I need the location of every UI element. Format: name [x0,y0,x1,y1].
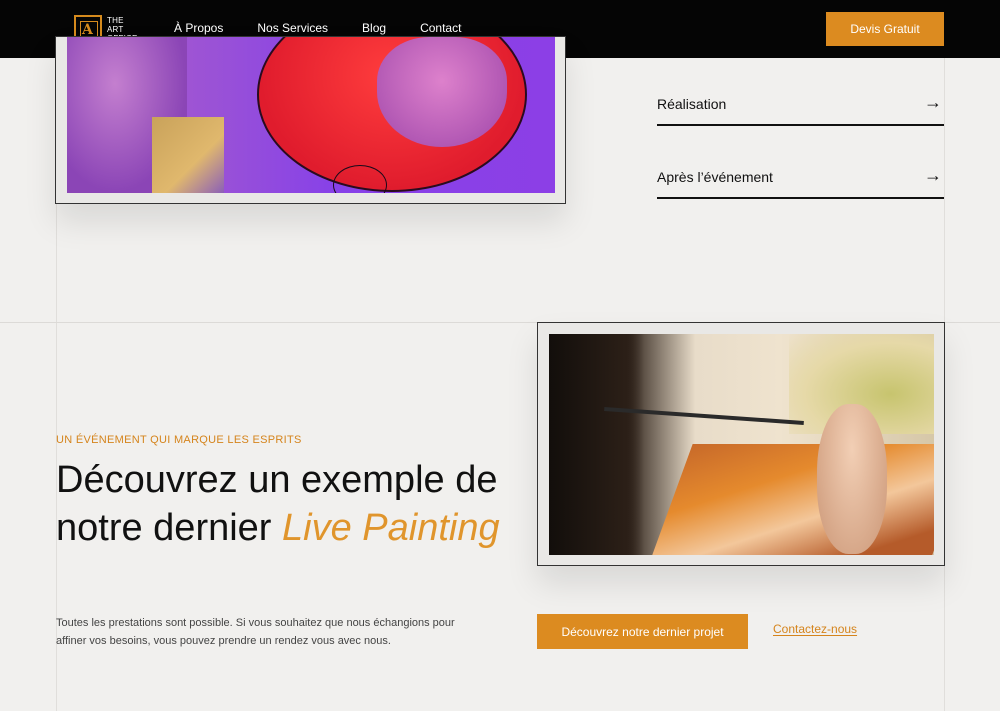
nav-item-nos-services[interactable]: Nos Services [257,21,328,35]
live-painting-image [549,334,934,555]
nav-item-contact[interactable]: Contact [420,21,461,35]
dernier-projet-button[interactable]: Découvrez notre dernier projet [537,614,748,649]
section-body: Toutes les prestations sont possible. Si… [56,617,455,647]
logo-line: ART [107,24,124,34]
logo-line: THE [107,15,124,25]
main-nav: À Propos Nos Services Blog Contact [174,21,495,35]
nav-item-a-propos[interactable]: À Propos [174,21,223,35]
live-painting-image-frame [537,322,945,566]
contactez-nous-link[interactable]: Contactez-nous [773,622,857,636]
section-eyebrow: UN ÉVÉNEMENT QUI MARQUE LES ESPRITS [56,434,302,446]
headline-accent: Live Painting [282,507,500,549]
section-headline: Découvrez un exemple de notre dernier Li… [56,456,516,552]
face-painting-image [67,37,555,193]
devis-gratuit-button[interactable]: Devis Gratuit [826,12,944,46]
arrow-right-icon: → [924,165,942,185]
accordion-label: Après l’événement [657,169,773,185]
arrow-right-icon: → [924,92,942,112]
top-image-frame [55,36,566,204]
accordion-item-apres-evenement[interactable]: Après l’événement → [657,155,944,199]
accordion-label: Réalisation [657,96,727,112]
nav-item-blog[interactable]: Blog [362,21,386,35]
accordion-item-realisation[interactable]: Réalisation → [657,82,944,126]
